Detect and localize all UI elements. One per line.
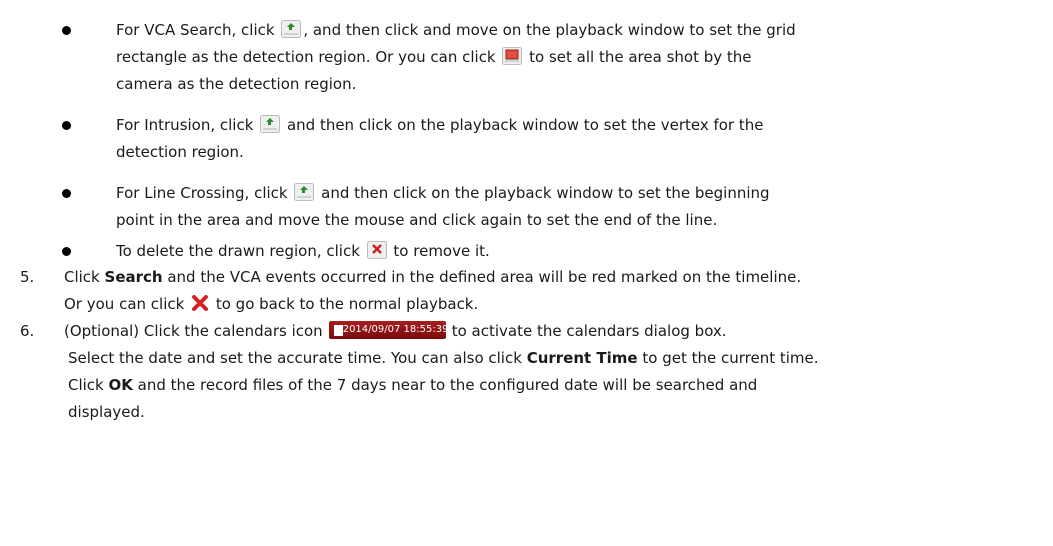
- text: camera as the detection region.: [116, 75, 357, 93]
- text: and then click on the playback window to…: [282, 116, 764, 134]
- text: to get the current time.: [637, 349, 819, 367]
- step-6-line-1: (Optional) Click the calendars icon 2014/…: [64, 320, 727, 342]
- bullet: [62, 189, 71, 198]
- text: to set all the area shot by the: [524, 48, 752, 66]
- text: and then click on the playback window to…: [316, 184, 770, 202]
- bullet-3-line-2: point in the area and move the mouse and…: [116, 209, 717, 231]
- bullet-3-line-1: For Line Crossing, click and then click …: [116, 182, 770, 204]
- text: displayed.: [68, 403, 145, 421]
- text: to activate the calendars dialog box.: [451, 322, 727, 340]
- bullet: [62, 247, 71, 256]
- bullet-1-line-3: camera as the detection region.: [116, 73, 356, 95]
- text: (Optional) Click the calendars icon: [64, 322, 323, 340]
- add-region-icon[interactable]: [294, 182, 315, 201]
- step-number: 6.: [20, 322, 35, 340]
- search-term: Search: [104, 268, 163, 286]
- date-text: 2014/09/07 18:55:39: [342, 323, 449, 335]
- text: to remove it.: [388, 242, 490, 260]
- step-number: 5.: [20, 268, 35, 286]
- add-region-icon[interactable]: [260, 114, 281, 133]
- bullet: [62, 26, 71, 35]
- bullet-1-line-2: rectangle as the detection region. Or yo…: [116, 46, 752, 68]
- text: For Line Crossing, click: [116, 184, 293, 202]
- calendar-icon: [333, 324, 343, 336]
- text: and the record files of the 7 days near …: [132, 376, 758, 394]
- text: detection region.: [116, 143, 244, 161]
- text: point in the area and move the mouse and…: [116, 211, 718, 229]
- calendar-button[interactable]: 2014/09/07 18:55:39: [328, 320, 449, 339]
- add-region-icon[interactable]: [281, 19, 302, 38]
- text: For VCA Search, click: [116, 21, 280, 39]
- bullet-2-line-1: For Intrusion, click and then click on t…: [116, 114, 763, 136]
- current-time-term: Current Time: [526, 349, 638, 367]
- text: rectangle as the detection region. Or yo…: [116, 48, 501, 66]
- text: For Intrusion, click: [116, 116, 259, 134]
- text: To delete the drawn region, click: [116, 242, 365, 260]
- text: Or you can click: [64, 295, 190, 313]
- bullet: [62, 121, 71, 130]
- text: to go back to the normal playback.: [211, 295, 479, 313]
- delete-region-icon[interactable]: [366, 240, 387, 259]
- text: Select the date and set the accurate tim…: [68, 349, 527, 367]
- ok-term: OK: [108, 376, 133, 394]
- step-5-line-1: Click Search and the VCA events occurred…: [64, 266, 801, 288]
- close-icon[interactable]: [191, 294, 209, 311]
- text: Click: [68, 376, 109, 394]
- bullet-1-line-1: For VCA Search, click , and then click a…: [116, 19, 796, 41]
- step-6-line-3: Click OK and the record files of the 7 d…: [68, 374, 757, 396]
- text: and the VCA events occurred in the defin…: [162, 268, 802, 286]
- text: Click: [64, 268, 105, 286]
- step-5-line-2: Or you can click to go back to the norma…: [64, 293, 478, 315]
- bullet-4-line-1: To delete the drawn region, click to rem…: [116, 240, 490, 262]
- step-6-line-4: displayed.: [68, 401, 145, 423]
- text: , and then click and move on the playbac…: [303, 21, 796, 39]
- bullet-2-line-2: detection region.: [116, 141, 244, 163]
- step-6-line-2: Select the date and set the accurate tim…: [68, 347, 819, 369]
- full-area-icon[interactable]: [502, 46, 523, 65]
